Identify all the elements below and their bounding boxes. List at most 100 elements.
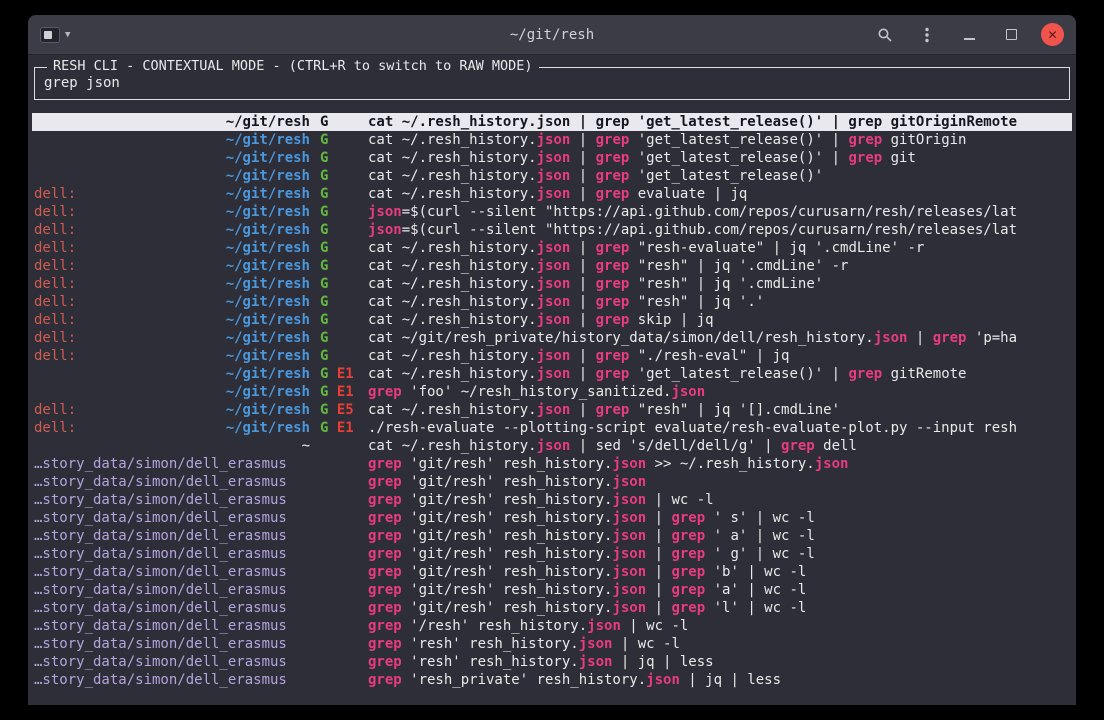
history-row[interactable]: ~cat ~/.resh_history.json | sed 's/dell/… [32, 437, 1072, 455]
status-flags: G [310, 293, 368, 311]
history-row[interactable]: ~/git/reshGcat ~/.resh_history.json | gr… [32, 113, 1072, 131]
history-row[interactable]: …story_data/simon/dell_erasmusgrep 'resh… [32, 671, 1072, 689]
match-highlight: grep [596, 294, 630, 310]
host-label: …story_data/simon/dell_erasmus [34, 653, 287, 671]
location-columns: dell:~/git/resh [34, 185, 310, 203]
history-row[interactable]: ~/git/reshG E1grep 'foo' ~/resh_history_… [32, 383, 1072, 401]
match-highlight: json [612, 492, 646, 508]
history-row[interactable]: …story_data/simon/dell_erasmusgrep 'git/… [32, 563, 1072, 581]
location-columns: …story_data/simon/dell_erasmus [34, 599, 310, 617]
status-flags: G [310, 257, 368, 275]
search-icon[interactable] [873, 23, 897, 47]
command-text: cat ~/.resh_history.json | grep "resh" |… [368, 257, 1072, 275]
location-columns: dell:~/git/resh [34, 221, 310, 239]
directory-label: ~/git/resh [226, 293, 310, 311]
location-columns: dell:~/git/resh [34, 311, 310, 329]
directory-label: ~/git/resh [226, 311, 310, 329]
host-label: …story_data/simon/dell_erasmus [34, 635, 287, 653]
git-flag: G [320, 258, 328, 274]
history-row[interactable]: ~/git/reshGcat ~/.resh_history.json | gr… [32, 131, 1072, 149]
history-row[interactable]: ~/git/reshGcat ~/.resh_history.json | gr… [32, 167, 1072, 185]
history-row[interactable]: …story_data/simon/dell_erasmusgrep '/res… [32, 617, 1072, 635]
history-row[interactable]: …story_data/simon/dell_erasmusgrep 'git/… [32, 491, 1072, 509]
command-text: cat ~/.resh_history.json | grep 'get_lat… [368, 113, 1072, 131]
command-text: cat ~/.resh_history.json | grep "./resh-… [368, 347, 1072, 365]
history-row[interactable]: ~/git/reshGcat ~/.resh_history.json | gr… [32, 149, 1072, 167]
history-row[interactable]: …story_data/simon/dell_erasmusgrep 'git/… [32, 527, 1072, 545]
status-flags: G [310, 131, 368, 149]
history-row[interactable]: dell:~/git/reshGcat ~/.resh_history.json… [32, 185, 1072, 203]
git-flag: G [320, 150, 328, 166]
history-row[interactable]: …story_data/simon/dell_erasmusgrep 'resh… [32, 635, 1072, 653]
location-columns: …story_data/simon/dell_erasmus [34, 509, 310, 527]
history-row[interactable]: dell:~/git/reshG E5cat ~/.resh_history.j… [32, 401, 1072, 419]
location-columns: dell:~/git/resh [34, 347, 310, 365]
status-flags [310, 509, 368, 527]
match-highlight: grep [596, 240, 630, 256]
history-row[interactable]: dell:~/git/reshGcat ~/.resh_history.json… [32, 293, 1072, 311]
titlebar: ▼ ~/git/resh ✕ [28, 15, 1076, 55]
history-row[interactable]: …story_data/simon/dell_erasmusgrep 'git/… [32, 545, 1072, 563]
command-text: cat ~/.resh_history.json | grep 'get_lat… [368, 365, 1072, 383]
command-text: grep 'resh_private' resh_history.json | … [368, 671, 1072, 689]
history-list: ~/git/resh Gcat ~/.resh_history.json | gr… [32, 113, 1072, 689]
history-row[interactable]: dell:~/git/reshGjson=$(curl --silent "ht… [32, 221, 1072, 239]
match-highlight: grep [596, 276, 630, 292]
location-columns: …story_data/simon/dell_erasmus [34, 653, 310, 671]
status-flags [310, 527, 368, 545]
history-row[interactable]: …story_data/simon/dell_erasmus grep 'resh… [32, 653, 1072, 671]
match-highlight: json [646, 672, 680, 688]
minimize-button[interactable] [957, 23, 981, 47]
match-highlight: json [612, 564, 646, 580]
git-flag: G [320, 330, 328, 346]
git-flag: G [320, 402, 328, 418]
status-flags: G E1 [310, 365, 368, 383]
match-highlight: grep [596, 168, 630, 184]
history-row[interactable]: …story_data/simon/dell_erasmus grep 'git/… [32, 509, 1072, 527]
status-flags [310, 563, 368, 581]
history-row[interactable]: …story_data/simon/dell_erasmusgrep 'git/… [32, 473, 1072, 491]
location-columns: dell:~/git/resh [34, 419, 310, 437]
match-highlight: grep [848, 366, 882, 382]
match-highlight: grep [671, 600, 705, 616]
command-text: grep 'foo' ~/resh_history_sanitized.json [368, 383, 1072, 401]
match-highlight: grep [368, 528, 402, 544]
command-text: cat ~/git/resh_private/history_data/simo… [368, 329, 1072, 347]
history-row[interactable]: …story_data/simon/dell_erasmusgrep 'git/… [32, 581, 1072, 599]
chevron-down-icon[interactable]: ▼ [65, 30, 70, 40]
restore-button[interactable] [999, 23, 1023, 47]
history-row[interactable]: …story_data/simon/dell_erasmusgrep 'git/… [32, 455, 1072, 473]
close-button[interactable]: ✕ [1041, 23, 1064, 46]
git-flag: G [320, 348, 328, 364]
resh-query-box[interactable]: RESH CLI - CONTEXTUAL MODE - (CTRL+R to … [34, 67, 1070, 100]
host-label: …story_data/simon/dell_erasmus [34, 473, 287, 491]
location-columns: …story_data/simon/dell_erasmus [34, 635, 310, 653]
tab-indicator-icon[interactable] [40, 27, 60, 43]
git-flag: G [320, 294, 328, 310]
search-query-input[interactable]: grep json [44, 75, 1060, 91]
command-text: grep 'git/resh' resh_history.json | grep… [368, 509, 1072, 527]
directory-label: ~/git/resh [226, 275, 310, 293]
history-row[interactable]: dell:~/git/reshGcat ~/.resh_history.json… [32, 239, 1072, 257]
match-highlight: grep [848, 150, 882, 166]
history-row[interactable]: dell:~/git/reshGcat ~/.resh_history.json… [32, 311, 1072, 329]
host-label: …story_data/simon/dell_erasmus [34, 455, 287, 473]
command-text: grep 'git/resh' resh_history.json | grep… [368, 599, 1072, 617]
location-columns: …story_data/simon/dell_erasmus [34, 563, 310, 581]
location-columns: dell:~/git/resh [34, 257, 310, 275]
command-text: grep 'resh' resh_history.json | jq | les… [368, 653, 1072, 671]
history-row[interactable]: ~/git/reshG E1cat ~/.resh_history.json |… [32, 365, 1072, 383]
menu-kebab-icon[interactable] [915, 23, 939, 47]
history-row[interactable]: dell:~/git/reshG E1./resh-evaluate --plo… [32, 419, 1072, 437]
history-row[interactable]: dell:~/git/resh Gcat ~/.resh_history.json… [32, 347, 1072, 365]
history-row[interactable]: dell:~/git/resh Gcat ~/.resh_history.json… [32, 257, 1072, 275]
history-row[interactable]: dell:~/git/reshGcat ~/git/resh_private/h… [32, 329, 1072, 347]
command-text: cat ~/.resh_history.json | grep 'get_lat… [368, 167, 1072, 185]
history-row[interactable]: dell:~/git/reshGjson=$(curl --silent "ht… [32, 203, 1072, 221]
exit-code-flag: E1 [337, 420, 354, 436]
command-text: cat ~/.resh_history.json | grep "resh" |… [368, 275, 1072, 293]
git-flag: G [320, 240, 328, 256]
history-row[interactable]: …story_data/simon/dell_erasmus grep 'git/… [32, 599, 1072, 617]
history-row[interactable]: dell:~/git/reshGcat ~/.resh_history.json… [32, 275, 1072, 293]
command-text: cat ~/.resh_history.json | grep 'get_lat… [368, 149, 1072, 167]
